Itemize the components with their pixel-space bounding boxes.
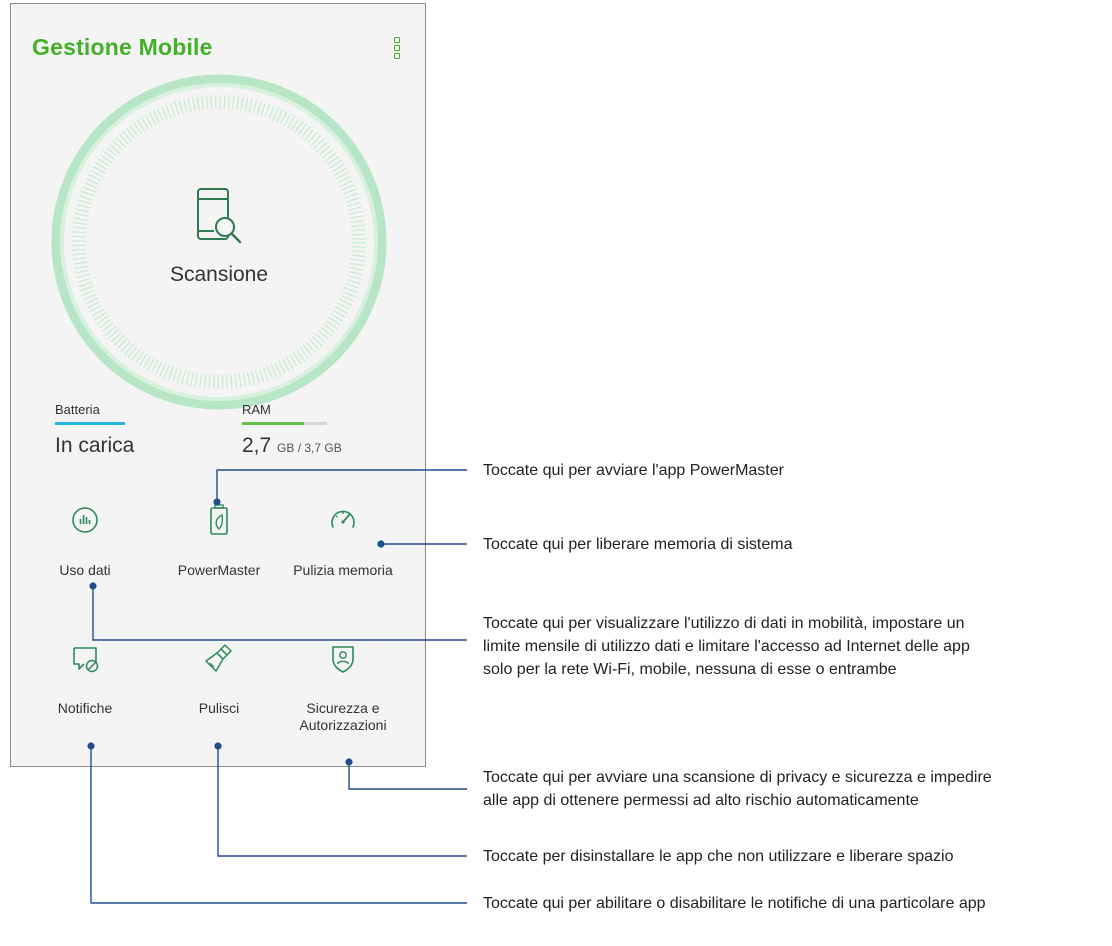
battery-leaf-icon bbox=[210, 504, 228, 535]
tile-data-usage-label: Uso dati bbox=[59, 562, 111, 578]
callout-data-line2: limite mensile di utilizzo dati e limita… bbox=[483, 638, 970, 655]
tile-memory-clean[interactable]: Pulizia memoria bbox=[281, 504, 405, 600]
callout-security-line2: alle app di ottenere permessi ad alto ri… bbox=[483, 792, 919, 809]
notification-block-icon bbox=[73, 647, 99, 673]
data-usage-icon bbox=[72, 507, 98, 533]
tile-notifications[interactable]: Notifiche bbox=[23, 642, 147, 738]
callout-clean: Toccate per disinstallare le app che non… bbox=[483, 848, 954, 865]
battery-value: In carica bbox=[55, 434, 135, 457]
phone-search-icon bbox=[197, 188, 242, 244]
tile-security-label-line1: Sicurezza e bbox=[306, 700, 380, 716]
callout-security-line1: Toccate qui per avviare una scansione di… bbox=[483, 769, 992, 786]
callout-data: Toccate qui per visualizzare l'utilizzo … bbox=[483, 612, 970, 681]
ram-total: GB / 3,7 GB bbox=[277, 441, 342, 455]
brush-icon bbox=[205, 644, 232, 672]
tile-security[interactable]: Sicurezza e Autorizzazioni bbox=[281, 642, 405, 738]
callout-data-line3: solo per la rete Wi-Fi, mobile, nessuna … bbox=[483, 661, 897, 678]
tile-security-label-line2: Autorizzazioni bbox=[299, 717, 387, 733]
speedometer-icon bbox=[331, 510, 355, 528]
callout-memory: Toccate qui per liberare memoria di sist… bbox=[483, 536, 793, 553]
battery-label: Batteria bbox=[55, 402, 100, 417]
ram-value: 2,7 GB / 3,7 GB bbox=[242, 434, 342, 458]
more-vert-icon[interactable] bbox=[392, 37, 402, 65]
tile-powermaster[interactable]: PowerMaster bbox=[157, 504, 281, 600]
scan-label: Scansione bbox=[169, 263, 269, 286]
tile-clean-label: Pulisci bbox=[198, 700, 240, 716]
phone-screen: Gestione Mobile Scansione Batteria In ca… bbox=[10, 3, 426, 767]
shield-user-icon bbox=[332, 646, 354, 673]
callout-security: Toccate qui per avviare una scansione di… bbox=[483, 766, 992, 812]
tile-clean[interactable]: Pulisci bbox=[157, 642, 281, 738]
tile-data-usage[interactable]: Uso dati bbox=[23, 504, 147, 600]
callout-notifications: Toccate qui per abilitare o disabilitare… bbox=[483, 895, 986, 912]
callout-data-line1: Toccate qui per visualizzare l'utilizzo … bbox=[483, 615, 965, 632]
ram-label: RAM bbox=[242, 402, 271, 417]
ram-bar-fill bbox=[242, 422, 305, 425]
tile-notifications-label: Notifiche bbox=[57, 700, 113, 716]
app-title: Gestione Mobile bbox=[32, 34, 213, 60]
tile-security-label: Sicurezza e Autorizzazioni bbox=[281, 700, 405, 734]
callout-powermaster: Toccate qui per avviare l'app PowerMaste… bbox=[483, 462, 784, 479]
tile-powermaster-label: PowerMaster bbox=[177, 562, 261, 578]
ram-used: 2,7 bbox=[242, 434, 272, 457]
battery-bar-fill bbox=[55, 422, 125, 425]
callout-line-notifications bbox=[90, 746, 467, 904]
tile-memory-clean-label: Pulizia memoria bbox=[293, 562, 393, 578]
